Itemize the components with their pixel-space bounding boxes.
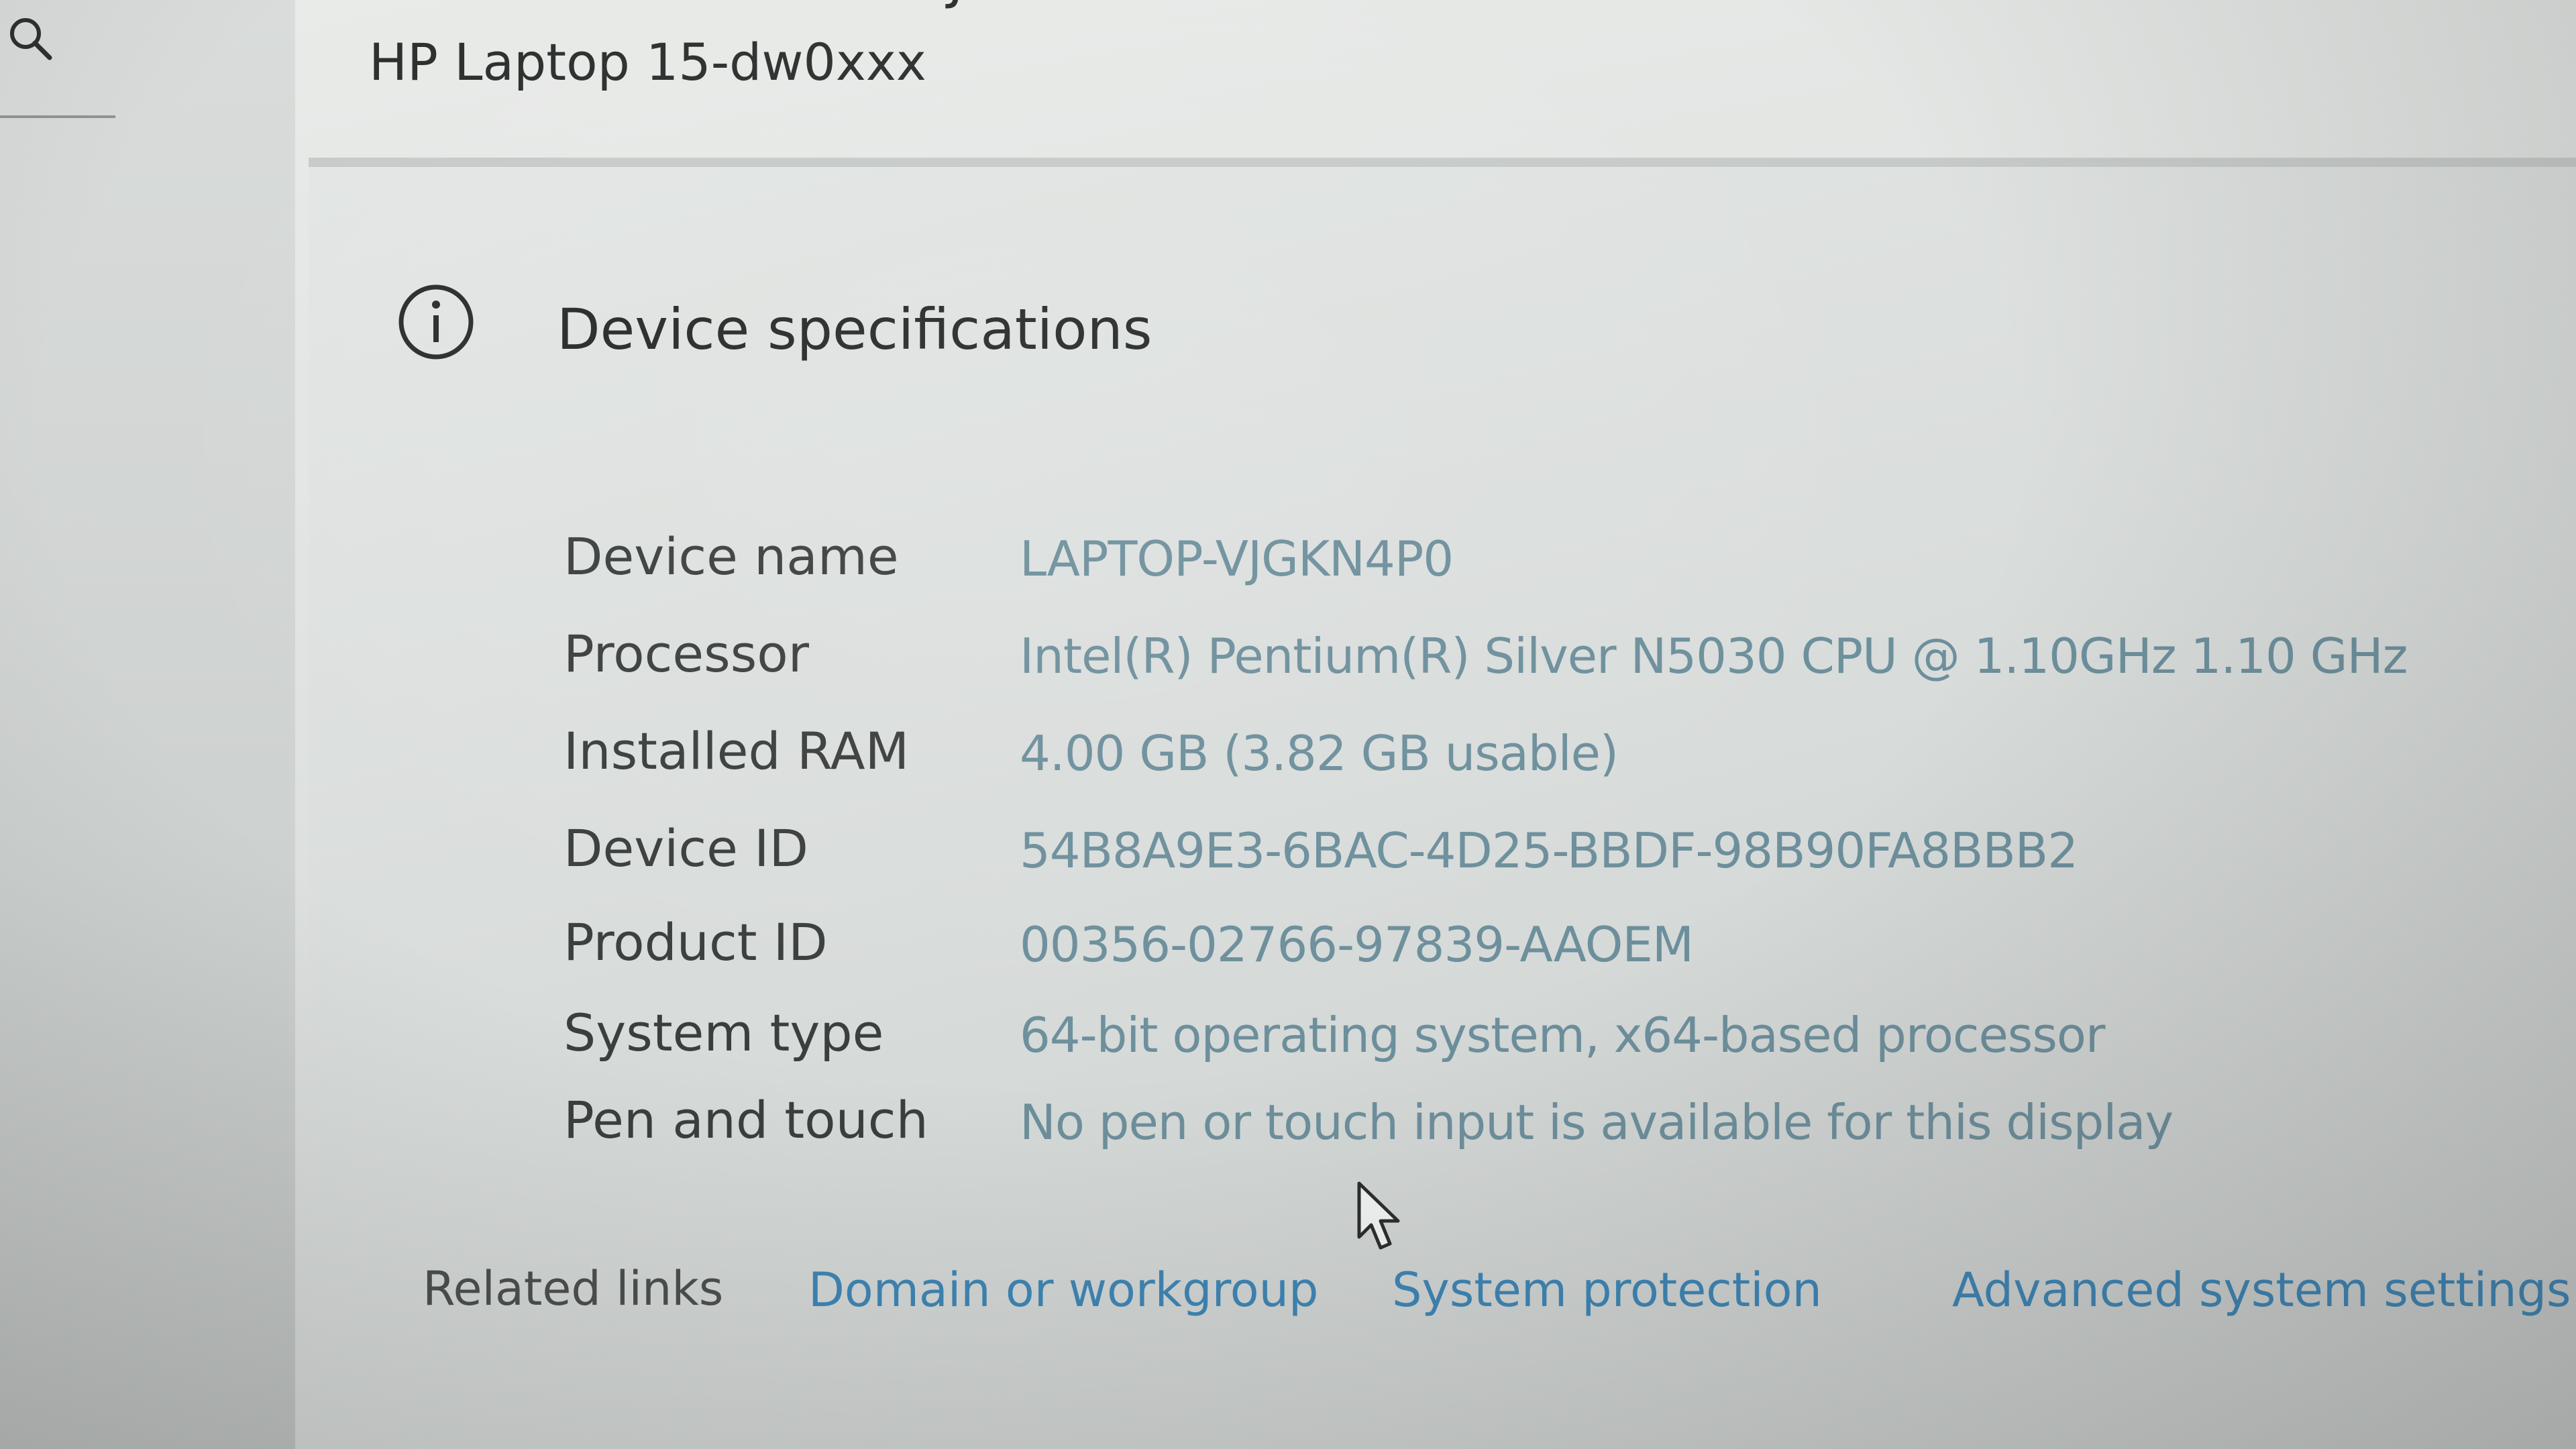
device-name-heading: VJGKN4P0 <box>912 0 1176 11</box>
navigation-pane <box>0 0 295 1449</box>
spec-label: Device name <box>564 527 899 586</box>
related-links: Related links Domain or workgroup System… <box>423 1261 2571 1335</box>
spec-value: 4.00 GB (3.82 GB usable) <box>1020 725 1619 782</box>
spec-label: Pen and touch <box>564 1090 928 1150</box>
spec-value: Intel(R) Pentium(R) Silver N5030 CPU @ 1… <box>1020 628 2408 684</box>
link-domain-or-workgroup[interactable]: Domain or workgroup <box>808 1263 1318 1318</box>
spec-row-installed-ram: Installed RAM 4.00 GB (3.82 GB usable) <box>564 721 2576 795</box>
mouse-cursor-icon <box>1357 1181 1400 1250</box>
spec-value: 64-bit operating system, x64-based proce… <box>1020 1007 2105 1063</box>
spec-row-device-name: Device name LAPTOP-VJGKN4P0 <box>564 527 2576 600</box>
spec-row-pen-and-touch: Pen and touch No pen or touch input is a… <box>564 1090 2576 1164</box>
device-specifications-section: Device specifications Device name LAPTOP… <box>309 168 2576 1449</box>
about-page: VJGKN4P0 HP Laptop 15-dw0xxx Device spec… <box>295 0 2576 1449</box>
divider <box>309 158 2576 167</box>
link-advanced-system-settings[interactable]: Advanced system settings <box>1952 1263 2571 1318</box>
spec-label: Product ID <box>564 912 828 972</box>
spec-row-device-id: Device ID 54B8A9E3-6BAC-4D25-BBDF-98B90F… <box>564 818 2576 892</box>
spec-value: LAPTOP-VJGKN4P0 <box>1020 531 1454 587</box>
spec-label: Device ID <box>564 818 809 878</box>
spec-row-system-type: System type 64-bit operating system, x64… <box>564 1003 2576 1077</box>
spec-label: Installed RAM <box>564 721 910 781</box>
info-icon <box>398 284 474 360</box>
spec-value: 00356-02766-97839-AAOEM <box>1020 916 1694 973</box>
search-icon[interactable] <box>5 13 59 67</box>
section-title: Device specifications <box>557 297 1152 362</box>
device-model: HP Laptop 15-dw0xxx <box>369 32 926 92</box>
search-box[interactable] <box>0 0 115 118</box>
spec-row-product-id: Product ID 00356-02766-97839-AAOEM <box>564 912 2576 986</box>
spec-label: Processor <box>564 624 810 684</box>
spec-value: 54B8A9E3-6BAC-4D25-BBDF-98B90FA8BBB2 <box>1020 822 2078 879</box>
spec-value: No pen or touch input is available for t… <box>1020 1094 2174 1150</box>
link-system-protection[interactable]: System protection <box>1392 1263 1822 1318</box>
spec-label: System type <box>564 1003 884 1063</box>
spec-row-processor: Processor Intel(R) Pentium(R) Silver N50… <box>564 624 2576 698</box>
related-links-label: Related links <box>423 1261 724 1316</box>
settings-window: VJGKN4P0 HP Laptop 15-dw0xxx Device spec… <box>0 0 2576 1449</box>
